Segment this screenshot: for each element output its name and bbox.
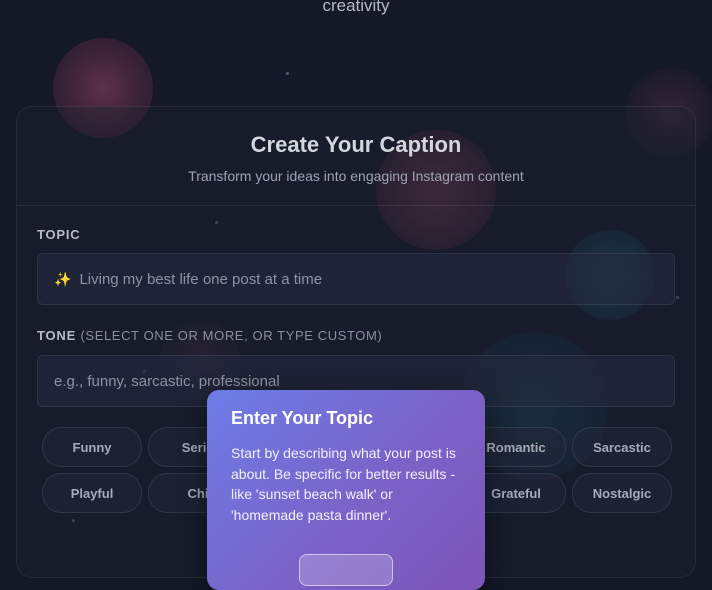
tone-label: TONE (SELECT ONE OR MORE, OR TYPE CUSTOM…: [37, 328, 382, 343]
tour-body: Start by describing what your post is ab…: [231, 445, 456, 523]
tone-placeholder: e.g., funny, sarcastic, professional: [54, 372, 280, 390]
decorative-dot: [286, 72, 289, 75]
tone-chip-funny[interactable]: Funny: [42, 427, 142, 467]
card-subtitle: Transform your ideas into engaging Insta…: [188, 168, 524, 184]
tone-chip-sarcastic[interactable]: Sarcastic: [572, 427, 672, 467]
tone-label-text: TONE: [37, 328, 77, 343]
tone-chip-nostalgic[interactable]: Nostalgic: [572, 473, 672, 513]
topic-label-text: TOPIC: [37, 227, 81, 242]
topic-input[interactable]: ✨ Living my best life one post at a time: [37, 253, 675, 305]
topic-placeholder: Living my best life one post at a time: [79, 270, 323, 288]
sparkles-icon: ✨: [54, 270, 72, 287]
header-word: creativity: [322, 0, 390, 15]
topic-label: TOPIC: [37, 227, 81, 242]
tone-chip-playful[interactable]: Playful: [42, 473, 142, 513]
card-header: Create Your Caption Transform your ideas…: [17, 107, 695, 206]
tour-title: Enter Your Topic: [231, 408, 374, 428]
onboarding-tour-popover: Enter Your Topic Start by describing wha…: [207, 390, 485, 590]
tone-hint: (SELECT ONE OR MORE, OR TYPE CUSTOM): [80, 328, 383, 343]
card-title: Create Your Caption: [250, 132, 462, 157]
